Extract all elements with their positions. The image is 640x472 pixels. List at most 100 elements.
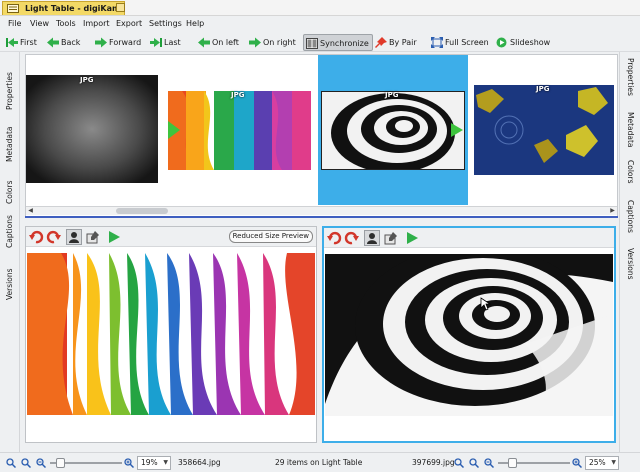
zoom-out-icon[interactable] [36,458,46,468]
right-sidebar: Properties Metadata Colors Captions Vers… [619,52,640,452]
slider-handle[interactable] [56,458,65,468]
left-tab-versions[interactable]: Versions [5,269,14,301]
last-button[interactable]: Last [148,34,184,51]
left-tab-metadata[interactable]: Metadata [5,126,14,162]
go-last-icon [150,37,162,48]
full-screen-label: Full Screen [445,38,489,47]
right-zoom-combo[interactable]: 25% ▼ [585,456,619,470]
rotate-right-icon[interactable] [344,230,360,246]
menu-settings[interactable]: Settings [148,18,183,30]
thumbnail-image [26,75,158,183]
left-sidebar: Properties Metadata Colors Captions Vers… [0,52,20,452]
by-pair-button[interactable]: By Pair [373,34,420,51]
fullscreen-icon [431,37,443,48]
arrow-left-icon [198,37,210,48]
right-pane-toolbar [324,228,614,248]
forward-button[interactable]: Forward [93,34,144,51]
scroll-left-icon[interactable]: ◀ [26,207,35,215]
edit-image-icon[interactable] [383,230,399,246]
pin-icon [375,37,387,48]
thumbnail-image [168,91,311,170]
window-title: Light Table - digiKam [25,4,121,13]
left-preview-pane[interactable]: Reduced Size Preview [25,226,317,443]
rotate-right-icon[interactable] [46,229,62,245]
window-title-tab[interactable]: Light Table - digiKam [2,1,126,15]
on-right-button[interactable]: On right [247,34,299,51]
full-screen-button[interactable]: Full Screen [429,34,492,51]
thumbnail-format-tag: JPG [231,91,245,99]
synchronize-button[interactable]: Synchronize [303,34,373,51]
edit-image-icon[interactable] [85,229,101,245]
chevron-down-icon: ▼ [611,459,616,466]
right-preview-pane[interactable] [322,226,616,443]
zoom-out-icon[interactable] [484,458,494,468]
synchronize-label: Synchronize [320,39,369,48]
zoom-fit-icon[interactable] [454,458,464,468]
right-tab-metadata[interactable]: Metadata [626,112,635,148]
back-button[interactable]: Back [45,34,83,51]
thumbnail-format-tag: JPG [80,76,94,84]
forward-label: Forward [109,38,142,47]
on-right-label: On right [263,38,296,47]
left-file-name: 358664.jpg [178,458,221,467]
window-list-icon [7,4,19,13]
thumbnail-image [321,91,465,170]
thumbnail-scrollbar[interactable]: ◀ ▶ [26,206,617,215]
scrollbar-handle[interactable] [116,208,168,214]
thumbnail-format-tag: JPG [385,91,399,99]
thumbnail-format-tag: JPG [536,85,550,93]
arrow-right-icon [95,37,107,48]
left-tab-colors[interactable]: Colors [5,181,14,205]
left-tab-properties[interactable]: Properties [5,72,14,110]
slideshow-play-icon[interactable] [404,230,420,246]
status-bar: 19% ▼ 358664.jpg 29 items on Light Table … [0,452,640,472]
right-tab-versions[interactable]: Versions [626,248,635,280]
zoom-in-icon[interactable] [124,458,134,468]
main-toolbar: First Back Forward Last On left On right… [0,32,640,52]
zoom-fit-icon[interactable] [6,458,16,468]
right-tab-properties[interactable]: Properties [626,58,635,96]
title-bar: Light Table - digiKam [0,0,640,16]
zoom-in-icon[interactable] [572,458,582,468]
slider-handle[interactable] [508,458,517,468]
menu-export[interactable]: Export [115,18,143,30]
zoom-100-icon[interactable] [21,458,31,468]
left-zoom-slider[interactable] [50,458,122,468]
arrow-left-icon [47,37,59,48]
slideshow-button[interactable]: Slideshow [494,34,553,51]
on-left-button[interactable]: On left [196,34,242,51]
reduced-size-preview-button[interactable]: Reduced Size Preview [228,230,313,243]
first-button[interactable]: First [4,34,40,51]
go-first-icon [6,37,18,48]
menu-bar: File View Tools Import Export Settings H… [0,16,640,32]
right-zoom-value: 25% [589,458,606,467]
menu-file[interactable]: File [7,18,22,30]
left-zoom-combo[interactable]: 19% ▼ [137,456,171,470]
right-file-name: 397699.jpg [412,458,455,467]
last-label: Last [164,38,181,47]
menu-view[interactable]: View [29,18,50,30]
right-tab-colors[interactable]: Colors [626,160,635,184]
left-tab-captions[interactable]: Captions [5,215,14,248]
menu-tools[interactable]: Tools [55,18,77,30]
right-zoom-slider[interactable] [498,458,570,468]
first-label: First [20,38,37,47]
scroll-right-icon[interactable]: ▶ [608,207,617,215]
slideshow-label: Slideshow [510,38,551,47]
menu-help[interactable]: Help [185,18,205,30]
zoom-100-icon[interactable] [469,458,479,468]
by-pair-label: By Pair [389,38,417,47]
rotate-left-icon[interactable] [28,229,44,245]
left-zoom-value: 19% [141,458,158,467]
left-pane-toolbar: Reduced Size Preview [26,227,316,247]
people-tag-icon[interactable] [66,229,82,245]
slideshow-play-icon[interactable] [106,229,122,245]
left-preview-image [27,253,315,415]
people-tag-icon[interactable] [364,230,380,246]
light-table-count: 29 items on Light Table [275,458,363,467]
thumbnail-bar: JPG JPG JPG JPG ◀ ▶ [25,54,618,217]
right-tab-captions[interactable]: Captions [626,200,635,233]
menu-import[interactable]: Import [82,18,111,30]
rotate-left-icon[interactable] [326,230,342,246]
window-maximize-button[interactable] [116,3,125,12]
